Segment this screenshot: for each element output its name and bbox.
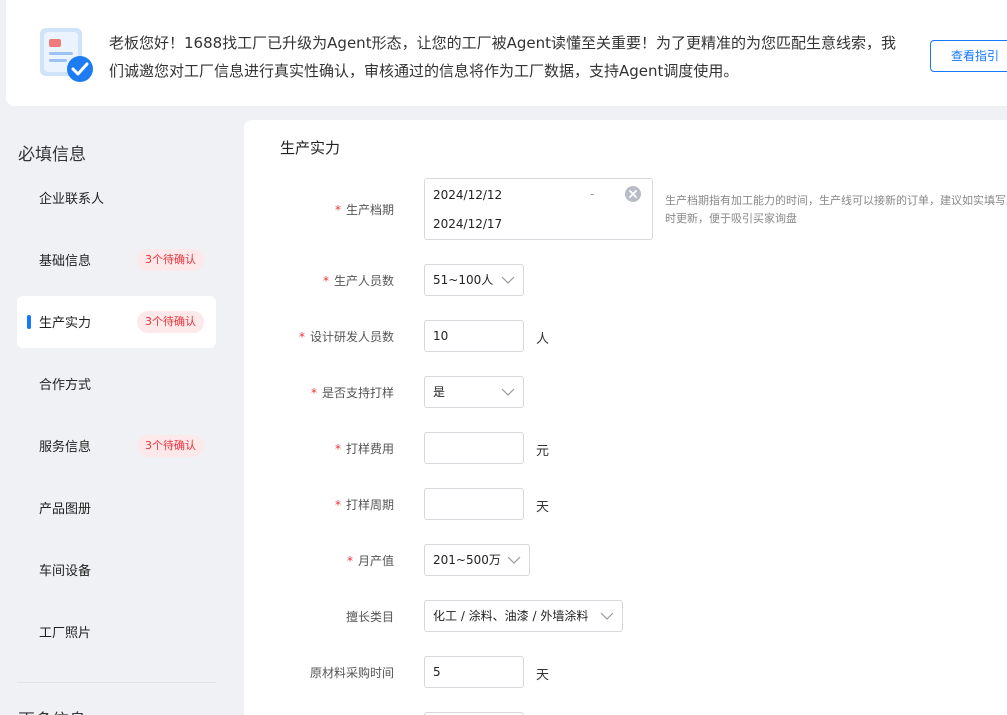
selected-value: 201~500万 bbox=[433, 553, 501, 567]
pending-badge: 3个待确认 bbox=[137, 249, 204, 271]
sidebar-item-label: 车间设备 bbox=[39, 564, 92, 579]
selected-value: 是 bbox=[433, 385, 446, 399]
sidebar-item-label: 企业联系人 bbox=[39, 192, 105, 207]
design-staff-label: * 设计研发人员数 bbox=[244, 328, 394, 345]
sidebar-item-label: 合作方式 bbox=[39, 378, 92, 393]
monthly-output-label: * 月产值 bbox=[244, 552, 394, 569]
design-staff-input[interactable]: 10 bbox=[424, 320, 524, 352]
sidebar-item-photos[interactable]: 工厂照片 bbox=[17, 606, 216, 658]
material-time-input[interactable]: 5 bbox=[424, 656, 524, 688]
sidebar-item-basic-info[interactable]: 基础信息 3个待确认 bbox=[17, 234, 216, 286]
material-time-label: 原材料采购时间 bbox=[244, 664, 394, 681]
sampling-fee-label: * 打样费用 bbox=[244, 440, 394, 457]
sidebar-item-production[interactable]: 生产实力 3个待确认 bbox=[17, 296, 216, 348]
required-mark: * bbox=[346, 554, 353, 568]
pending-badge: 3个待确认 bbox=[137, 311, 204, 333]
sidebar-item-label: 服务信息 bbox=[39, 440, 92, 455]
label-text: 打样费用 bbox=[345, 442, 394, 456]
sampling-cycle-input[interactable] bbox=[424, 488, 524, 520]
sampling-support-select[interactable]: 是 bbox=[424, 376, 524, 408]
sidebar-item-service[interactable]: 服务信息 3个待确认 bbox=[17, 420, 216, 472]
sampling-fee-input[interactable] bbox=[424, 432, 524, 464]
view-guide-button[interactable]: 查看指引 bbox=[930, 40, 1007, 72]
unit-label: 天 bbox=[536, 500, 550, 515]
required-info-title: 必填信息 bbox=[18, 145, 86, 165]
required-mark: * bbox=[298, 330, 305, 344]
date-separator: - bbox=[590, 187, 595, 201]
sidebar-item-contact[interactable]: 企业联系人 bbox=[17, 172, 216, 224]
notice-banner: 老板您好！1688找工厂已升级为Agent形态，让您的工厂被Agent读懂至关重… bbox=[6, 0, 1007, 106]
sidebar: 必填信息 企业联系人 基础信息 3个待确认 生产实力 3个待确认 合作方式 服务… bbox=[0, 120, 236, 715]
start-date[interactable]: 2024/12/12 bbox=[433, 188, 502, 202]
staff-count-label: * 生产人员数 bbox=[244, 272, 394, 289]
selected-value: 化工 / 涂料、油漆 / 外墙涂料 bbox=[433, 609, 589, 623]
monthly-output-select[interactable]: 201~500万 bbox=[424, 544, 530, 576]
unit-label: 元 bbox=[536, 444, 550, 459]
required-mark: * bbox=[334, 442, 341, 456]
label-text: 月产值 bbox=[357, 554, 394, 568]
sidebar-item-cooperation[interactable]: 合作方式 bbox=[17, 358, 216, 410]
active-marker bbox=[27, 315, 31, 329]
clear-icon[interactable] bbox=[624, 185, 642, 203]
sampling-support-label: * 是否支持打样 bbox=[244, 384, 394, 401]
chevron-down-icon bbox=[501, 388, 515, 396]
production-period-hint: 生产档期指有加工能力的时间，生产线可以接新的订单，建议如实填写及时更新，便于吸引… bbox=[665, 194, 1007, 225]
sidebar-item-catalog[interactable]: 产品图册 bbox=[17, 482, 216, 534]
label-text: 生产人员数 bbox=[333, 274, 394, 288]
required-mark: * bbox=[334, 498, 341, 512]
end-date[interactable]: 2024/12/17 bbox=[433, 217, 502, 231]
required-mark: * bbox=[310, 386, 317, 400]
selected-value: 51~100人 bbox=[433, 273, 494, 287]
production-period-range[interactable]: 2024/12/12 - 2024/12/17 bbox=[424, 178, 653, 240]
staff-count-select[interactable]: 51~100人 bbox=[424, 264, 524, 296]
unit-label: 人 bbox=[536, 332, 550, 347]
chevron-down-icon bbox=[501, 276, 515, 284]
required-mark: * bbox=[334, 203, 341, 217]
chevron-down-icon bbox=[507, 556, 521, 564]
production-form-panel: 生产实力 * 生产档期 2024/12/12 - 2024/12/17 生产档期指… bbox=[244, 120, 1007, 715]
required-mark: * bbox=[322, 274, 329, 288]
sidebar-item-equipment[interactable]: 车间设备 bbox=[17, 544, 216, 596]
label-text: 生产档期 bbox=[345, 203, 394, 217]
unit-label: 天 bbox=[536, 668, 550, 683]
verified-document-icon bbox=[40, 28, 93, 82]
label-text: 设计研发人员数 bbox=[309, 330, 394, 344]
sidebar-item-label: 基础信息 bbox=[39, 254, 92, 269]
label-text: 打样周期 bbox=[345, 498, 394, 512]
sidebar-item-label: 生产实力 bbox=[39, 316, 92, 331]
section-title: 生产实力 bbox=[280, 139, 341, 157]
sampling-cycle-label: * 打样周期 bbox=[244, 496, 394, 513]
banner-message: 老板您好！1688找工厂已升级为Agent形态，让您的工厂被Agent读懂至关重… bbox=[109, 34, 896, 80]
label-text: 原材料采购时间 bbox=[309, 666, 394, 680]
category-cascader[interactable]: 化工 / 涂料、油漆 / 外墙涂料 bbox=[424, 600, 623, 632]
more-info-title: 更多信息 bbox=[18, 706, 86, 715]
category-label: 擅长类目 bbox=[244, 608, 394, 625]
chevron-down-icon bbox=[600, 612, 614, 620]
pending-badge: 3个待确认 bbox=[137, 435, 204, 457]
sidebar-item-label: 工厂照片 bbox=[39, 626, 92, 641]
label-text: 是否支持打样 bbox=[321, 386, 394, 400]
production-period-label: * 生产档期 bbox=[244, 201, 394, 218]
label-text: 擅长类目 bbox=[345, 610, 394, 624]
sidebar-divider bbox=[17, 682, 216, 683]
sidebar-item-label: 产品图册 bbox=[39, 502, 92, 517]
